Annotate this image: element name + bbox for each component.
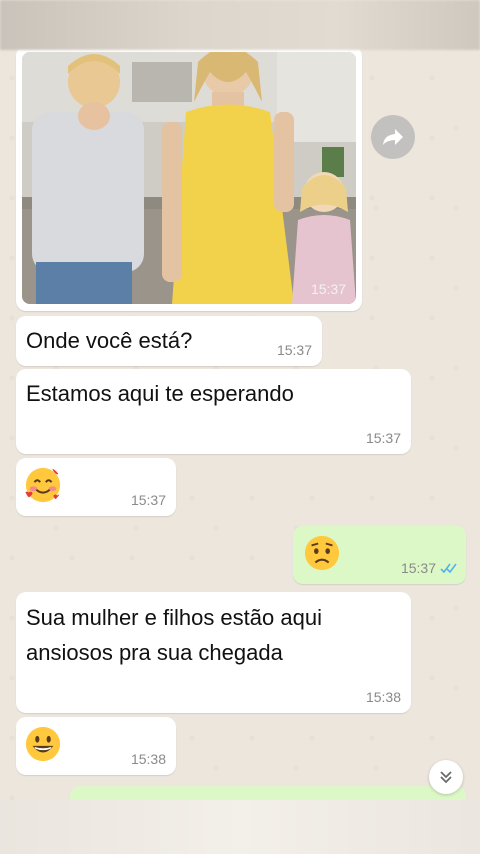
message-bubble[interactable]: Onde você está? 15:37 xyxy=(16,316,322,366)
message-text: Onde você está? xyxy=(26,328,193,353)
message-bubble[interactable]: Estamos aqui te esperando 15:37 xyxy=(16,369,411,454)
image-timestamp: 15:37 xyxy=(310,281,346,297)
message-text: Sua mulher e filhos estão aqui ansiosos … xyxy=(26,605,322,665)
emoji-message[interactable]: 15:38 xyxy=(16,717,176,775)
double-check-icon xyxy=(440,563,457,574)
message-bubble[interactable]: Sua mulher e filhos estão aqui ansiosos … xyxy=(16,592,411,713)
bottom-bar-blurred xyxy=(0,800,480,854)
message-timestamp: 15:37 xyxy=(130,492,166,508)
message-timestamp: 15:37 xyxy=(365,430,401,446)
forward-button[interactable] xyxy=(371,115,415,159)
worried-face-icon xyxy=(304,535,340,571)
smiling-face-with-hearts-icon xyxy=(24,467,62,503)
message-timestamp: 15:38 xyxy=(365,689,401,705)
status-bar-blurred xyxy=(0,0,480,50)
forward-icon xyxy=(383,129,403,145)
family-photo-illustration xyxy=(22,52,356,304)
emoji-message[interactable]: 15:37 xyxy=(16,458,176,516)
chevron-double-down-icon xyxy=(440,771,452,784)
message-timestamp: 15:38 xyxy=(130,751,166,767)
message-text: Estamos aqui te esperando xyxy=(26,381,294,406)
image-message[interactable]: 15:37 xyxy=(16,46,362,311)
message-timestamp: 15:37 xyxy=(276,342,312,358)
outgoing-emoji-message[interactable]: 15:37 xyxy=(293,526,466,584)
scroll-to-bottom-button[interactable] xyxy=(429,760,463,794)
grinning-face-icon xyxy=(25,726,61,762)
message-timestamp: 15:37 xyxy=(400,560,436,576)
family-photo[interactable] xyxy=(22,52,356,304)
